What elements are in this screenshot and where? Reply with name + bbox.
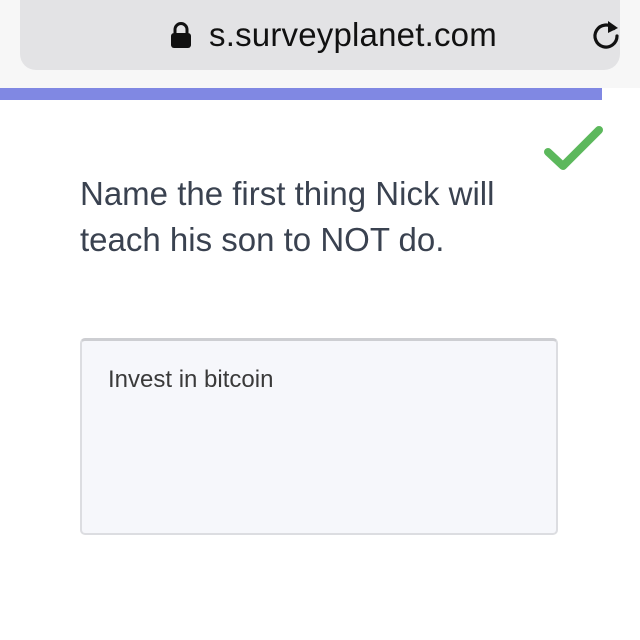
survey-page: Name the first thing Nick will teach his…	[0, 100, 640, 640]
reload-icon[interactable]	[587, 17, 625, 55]
progress-bar	[0, 88, 602, 100]
answer-textarea[interactable]: Invest in bitcoin	[80, 338, 558, 535]
url-text: s.surveyplanet.com	[209, 16, 497, 53]
lock-icon	[171, 22, 191, 48]
question-text: Name the first thing Nick will teach his…	[80, 175, 495, 258]
address-bar[interactable]: s.surveyplanet.com	[20, 0, 620, 70]
checkmark-icon	[544, 126, 603, 170]
browser-chrome: s.surveyplanet.com	[0, 0, 640, 88]
